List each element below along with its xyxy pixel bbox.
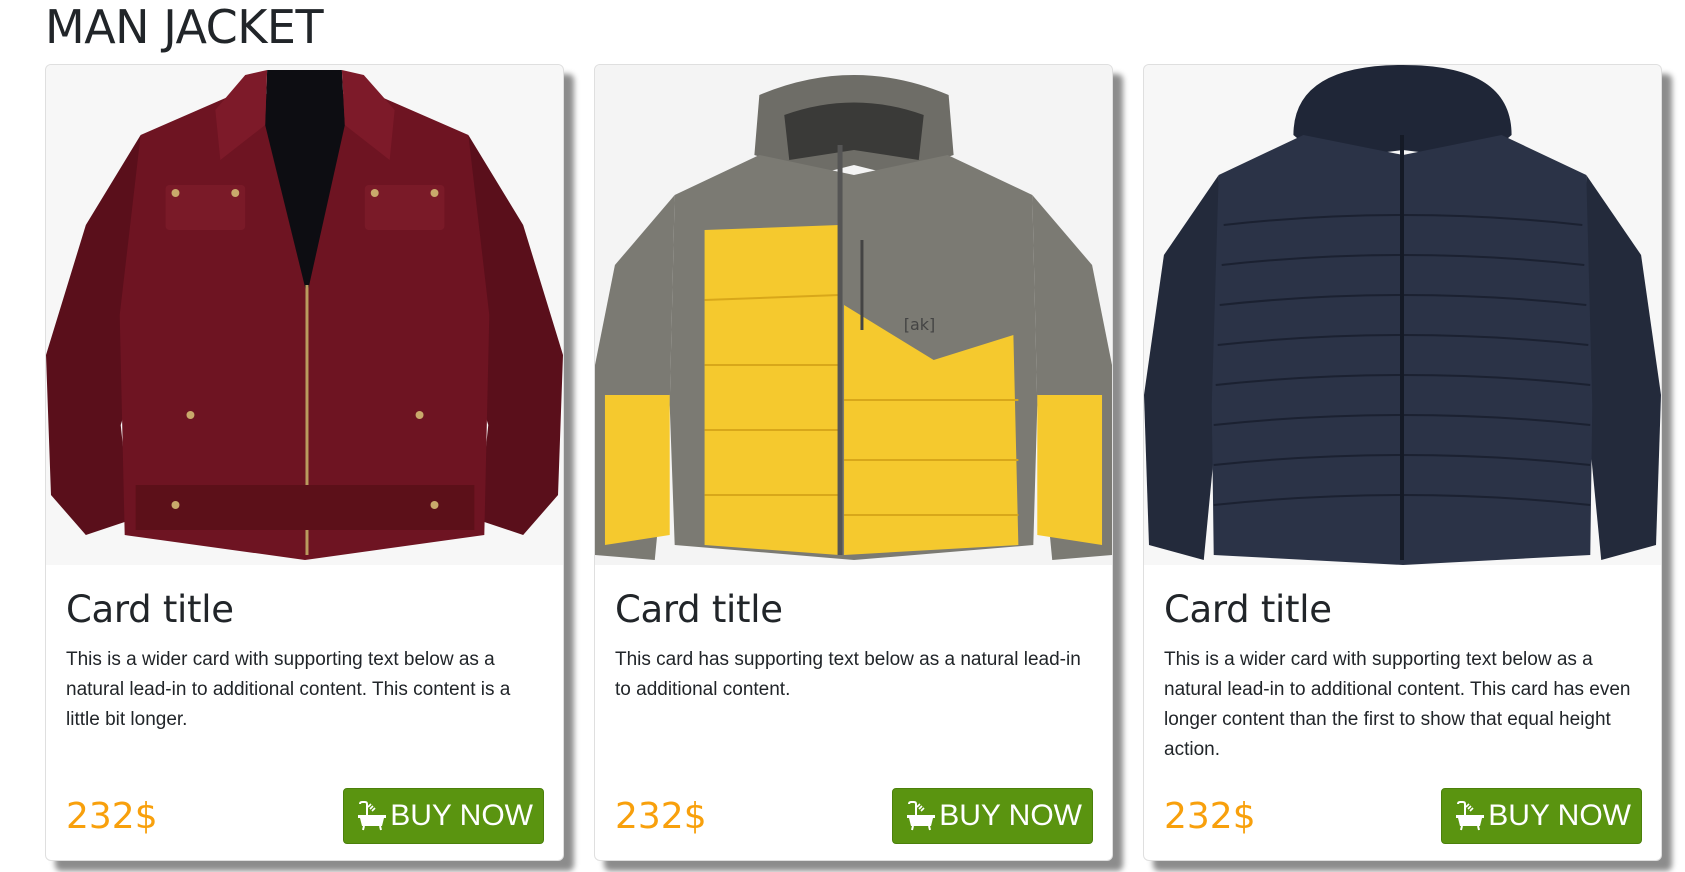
maroon-leather-jacket-icon [46, 65, 563, 565]
yellow-grey-puffer-jacket-icon: [ak] [595, 65, 1112, 565]
price: 232$ [615, 796, 707, 837]
card-title: Card title [1164, 588, 1332, 631]
navy-puffer-jacket-icon [1144, 65, 1661, 565]
card-text: This is a wider card with supporting tex… [66, 649, 511, 730]
card-text: This card has supporting text below as a… [615, 649, 1081, 700]
price: 232$ [66, 796, 158, 837]
product-image-yellow-grey-puffer-jacket[interactable]: [ak] [595, 65, 1112, 565]
product-image-navy-puffer-jacket[interactable] [1144, 65, 1661, 565]
page-title: MAN JACKET [45, 0, 324, 54]
svg-text:[ak]: [ak] [904, 315, 935, 334]
bathtub-icon [1454, 800, 1486, 832]
product-image-maroon-leather-jacket[interactable] [46, 65, 563, 565]
buy-now-button[interactable]: BUY NOW [1441, 788, 1642, 844]
card-text: This is a wider card with supporting tex… [1164, 649, 1631, 760]
buy-now-button[interactable]: BUY NOW [892, 788, 1093, 844]
buy-now-label: BUY NOW [1488, 799, 1631, 832]
product-card: [ak] Card title This card has supporting… [594, 64, 1113, 861]
product-card-row: Card title This is a wider card with sup… [45, 64, 1662, 861]
card-title: Card title [66, 588, 234, 631]
bathtub-icon [356, 800, 388, 832]
product-card: Card title This is a wider card with sup… [45, 64, 564, 861]
bathtub-icon [905, 800, 937, 832]
buy-now-button[interactable]: BUY NOW [343, 788, 544, 844]
product-card: Card title This is a wider card with sup… [1143, 64, 1662, 861]
price: 232$ [1164, 796, 1256, 837]
buy-now-label: BUY NOW [390, 799, 533, 832]
buy-now-label: BUY NOW [939, 799, 1082, 832]
card-title: Card title [615, 588, 783, 631]
